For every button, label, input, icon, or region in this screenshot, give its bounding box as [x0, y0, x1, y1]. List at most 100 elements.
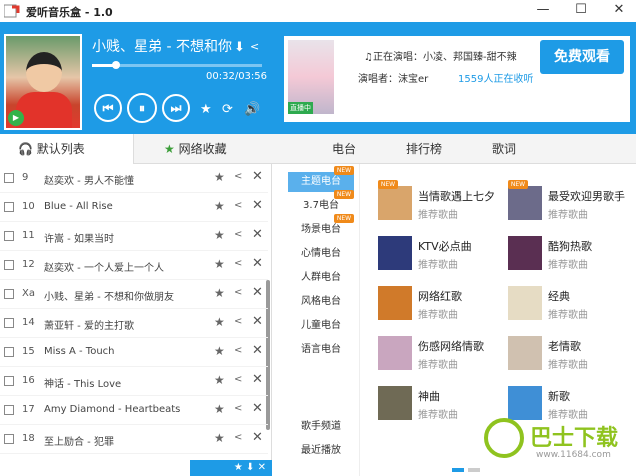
- star-icon[interactable]: ★: [214, 257, 225, 271]
- row-checkbox[interactable]: [4, 260, 14, 270]
- row-song-name[interactable]: 至上励合 - 犯罪: [44, 433, 208, 448]
- station-item[interactable]: 心情电台: [288, 244, 354, 264]
- progress-knob[interactable]: [111, 61, 120, 69]
- footer-star-icon[interactable]: ★: [234, 462, 243, 473]
- station-item[interactable]: 场景电台: [288, 220, 354, 240]
- recommend-card[interactable]: 伤感网络情歌 推荐歌曲: [378, 336, 502, 380]
- card-thumbnail[interactable]: [508, 186, 542, 220]
- tab-default-list[interactable]: 🎧 默认列表: [0, 134, 134, 164]
- remove-icon[interactable]: ✕: [252, 372, 263, 387]
- row-song-name[interactable]: 神话 - This Love: [44, 375, 208, 390]
- star-icon[interactable]: ★: [214, 402, 225, 416]
- share-icon[interactable]: <: [234, 374, 242, 385]
- repeat-icon[interactable]: ⟳: [222, 102, 233, 117]
- recommend-card[interactable]: 最受欢迎男歌手 推荐歌曲 NEW: [508, 180, 632, 230]
- station-bottom-item[interactable]: 歌手频道: [288, 416, 354, 438]
- play-badge-icon[interactable]: ▶: [8, 110, 24, 126]
- share-icon[interactable]: <: [234, 171, 242, 182]
- station-item[interactable]: 3.7电台: [288, 196, 354, 216]
- table-row[interactable]: 14 萧亚轩 - 爱的主打歌 ★ < ✕: [0, 309, 268, 338]
- pager-dot[interactable]: [468, 468, 480, 472]
- row-checkbox[interactable]: [4, 318, 14, 328]
- row-song-name[interactable]: Miss A - Touch: [44, 346, 208, 357]
- tab-chart[interactable]: 排行榜: [406, 134, 442, 164]
- share-icon[interactable]: <: [234, 258, 242, 269]
- star-icon[interactable]: ★: [214, 344, 225, 358]
- table-row[interactable]: 12 赵奕欢 - 一个人爱上一个人 ★ < ✕: [0, 251, 268, 280]
- maximize-button[interactable]: ☐: [566, 0, 596, 22]
- star-icon[interactable]: ★: [214, 170, 225, 184]
- close-button[interactable]: ✕: [604, 0, 634, 22]
- share-icon[interactable]: <: [234, 345, 242, 356]
- promo-image[interactable]: 直播中: [288, 40, 334, 114]
- remove-icon[interactable]: ✕: [252, 256, 263, 271]
- footer-close-icon[interactable]: ✕: [258, 462, 266, 473]
- table-row[interactable]: 15 Miss A - Touch ★ < ✕: [0, 338, 268, 367]
- table-row[interactable]: 11 许嵩 - 如果当时 ★ < ✕: [0, 222, 268, 251]
- card-thumbnail[interactable]: [378, 386, 412, 420]
- card-thumbnail[interactable]: [508, 236, 542, 270]
- remove-icon[interactable]: ✕: [252, 169, 263, 184]
- tab-radio[interactable]: 电台: [332, 134, 356, 164]
- row-checkbox[interactable]: [4, 173, 14, 183]
- remove-icon[interactable]: ✕: [252, 198, 263, 213]
- remove-icon[interactable]: ✕: [252, 430, 263, 445]
- row-checkbox[interactable]: [4, 231, 14, 241]
- row-song-name[interactable]: 许嵩 - 如果当时: [44, 230, 208, 245]
- share-icon[interactable]: <: [250, 40, 259, 53]
- tab-net-favorites[interactable]: ★ 网络收藏: [164, 134, 272, 164]
- remove-icon[interactable]: ✕: [252, 285, 263, 300]
- star-icon[interactable]: ★: [214, 228, 225, 242]
- star-icon[interactable]: ★: [214, 315, 225, 329]
- row-song-name[interactable]: Amy Diamond - Heartbeats: [44, 404, 208, 415]
- table-row[interactable]: Xa 小贱、星弟 - 不想和你做朋友 ★ < ✕: [0, 280, 268, 309]
- row-checkbox[interactable]: [4, 202, 14, 212]
- row-song-name[interactable]: 赵奕欢 - 男人不能懂: [44, 172, 208, 187]
- table-row[interactable]: 17 Amy Diamond - Heartbeats ★ < ✕: [0, 396, 268, 425]
- row-song-name[interactable]: Blue - All Rise: [44, 201, 208, 212]
- row-checkbox[interactable]: [4, 376, 14, 386]
- recommend-card[interactable]: 老情歌 推荐歌曲: [508, 336, 632, 380]
- share-icon[interactable]: <: [234, 229, 242, 240]
- row-checkbox[interactable]: [4, 347, 14, 357]
- station-bottom-item[interactable]: 最近播放: [288, 440, 354, 462]
- minimize-button[interactable]: —: [528, 0, 558, 22]
- row-song-name[interactable]: 赵奕欢 - 一个人爱上一个人: [44, 259, 208, 274]
- station-item[interactable]: 人群电台: [288, 268, 354, 288]
- recommend-card[interactable]: 经典 推荐歌曲: [508, 286, 632, 330]
- card-thumbnail[interactable]: [378, 336, 412, 370]
- card-thumbnail[interactable]: [378, 236, 412, 270]
- row-song-name[interactable]: 萧亚轩 - 爱的主打歌: [44, 317, 208, 332]
- pause-button[interactable]: ⏸: [127, 93, 157, 123]
- tab-lyrics[interactable]: 歌词: [492, 134, 516, 164]
- card-thumbnail[interactable]: [378, 186, 412, 220]
- remove-icon[interactable]: ✕: [252, 401, 263, 416]
- download-icon[interactable]: ⬇: [234, 40, 245, 55]
- footer-download-icon[interactable]: ⬇: [246, 462, 254, 473]
- card-thumbnail[interactable]: [508, 286, 542, 320]
- recommend-card[interactable]: 当情歌遇上七夕 推荐歌曲 NEW: [378, 180, 502, 230]
- album-cover[interactable]: ▶: [4, 34, 82, 130]
- station-item[interactable]: 儿童电台: [288, 316, 354, 336]
- row-song-name[interactable]: 小贱、星弟 - 不想和你做朋友: [44, 288, 208, 303]
- row-checkbox[interactable]: [4, 405, 14, 415]
- card-thumbnail[interactable]: [508, 336, 542, 370]
- share-icon[interactable]: <: [234, 287, 242, 298]
- station-item[interactable]: 风格电台: [288, 292, 354, 312]
- prev-button[interactable]: ⏮: [94, 94, 122, 122]
- share-icon[interactable]: <: [234, 432, 242, 443]
- recommend-card[interactable]: KTV必点曲 推荐歌曲: [378, 236, 502, 280]
- table-row[interactable]: 10 Blue - All Rise ★ < ✕: [0, 193, 268, 222]
- share-icon[interactable]: <: [234, 200, 242, 211]
- next-button[interactable]: ⏭: [162, 94, 190, 122]
- row-checkbox[interactable]: [4, 289, 14, 299]
- star-icon[interactable]: ★: [214, 199, 225, 213]
- remove-icon[interactable]: ✕: [252, 314, 263, 329]
- share-icon[interactable]: <: [234, 316, 242, 327]
- volume-icon[interactable]: 🔊: [244, 102, 260, 117]
- station-item[interactable]: 语言电台: [288, 340, 354, 360]
- remove-icon[interactable]: ✕: [252, 227, 263, 242]
- table-row[interactable]: 18 至上励合 - 犯罪 ★ < ✕: [0, 425, 268, 454]
- star-icon[interactable]: ★: [214, 431, 225, 445]
- favorite-icon[interactable]: ★: [200, 102, 212, 117]
